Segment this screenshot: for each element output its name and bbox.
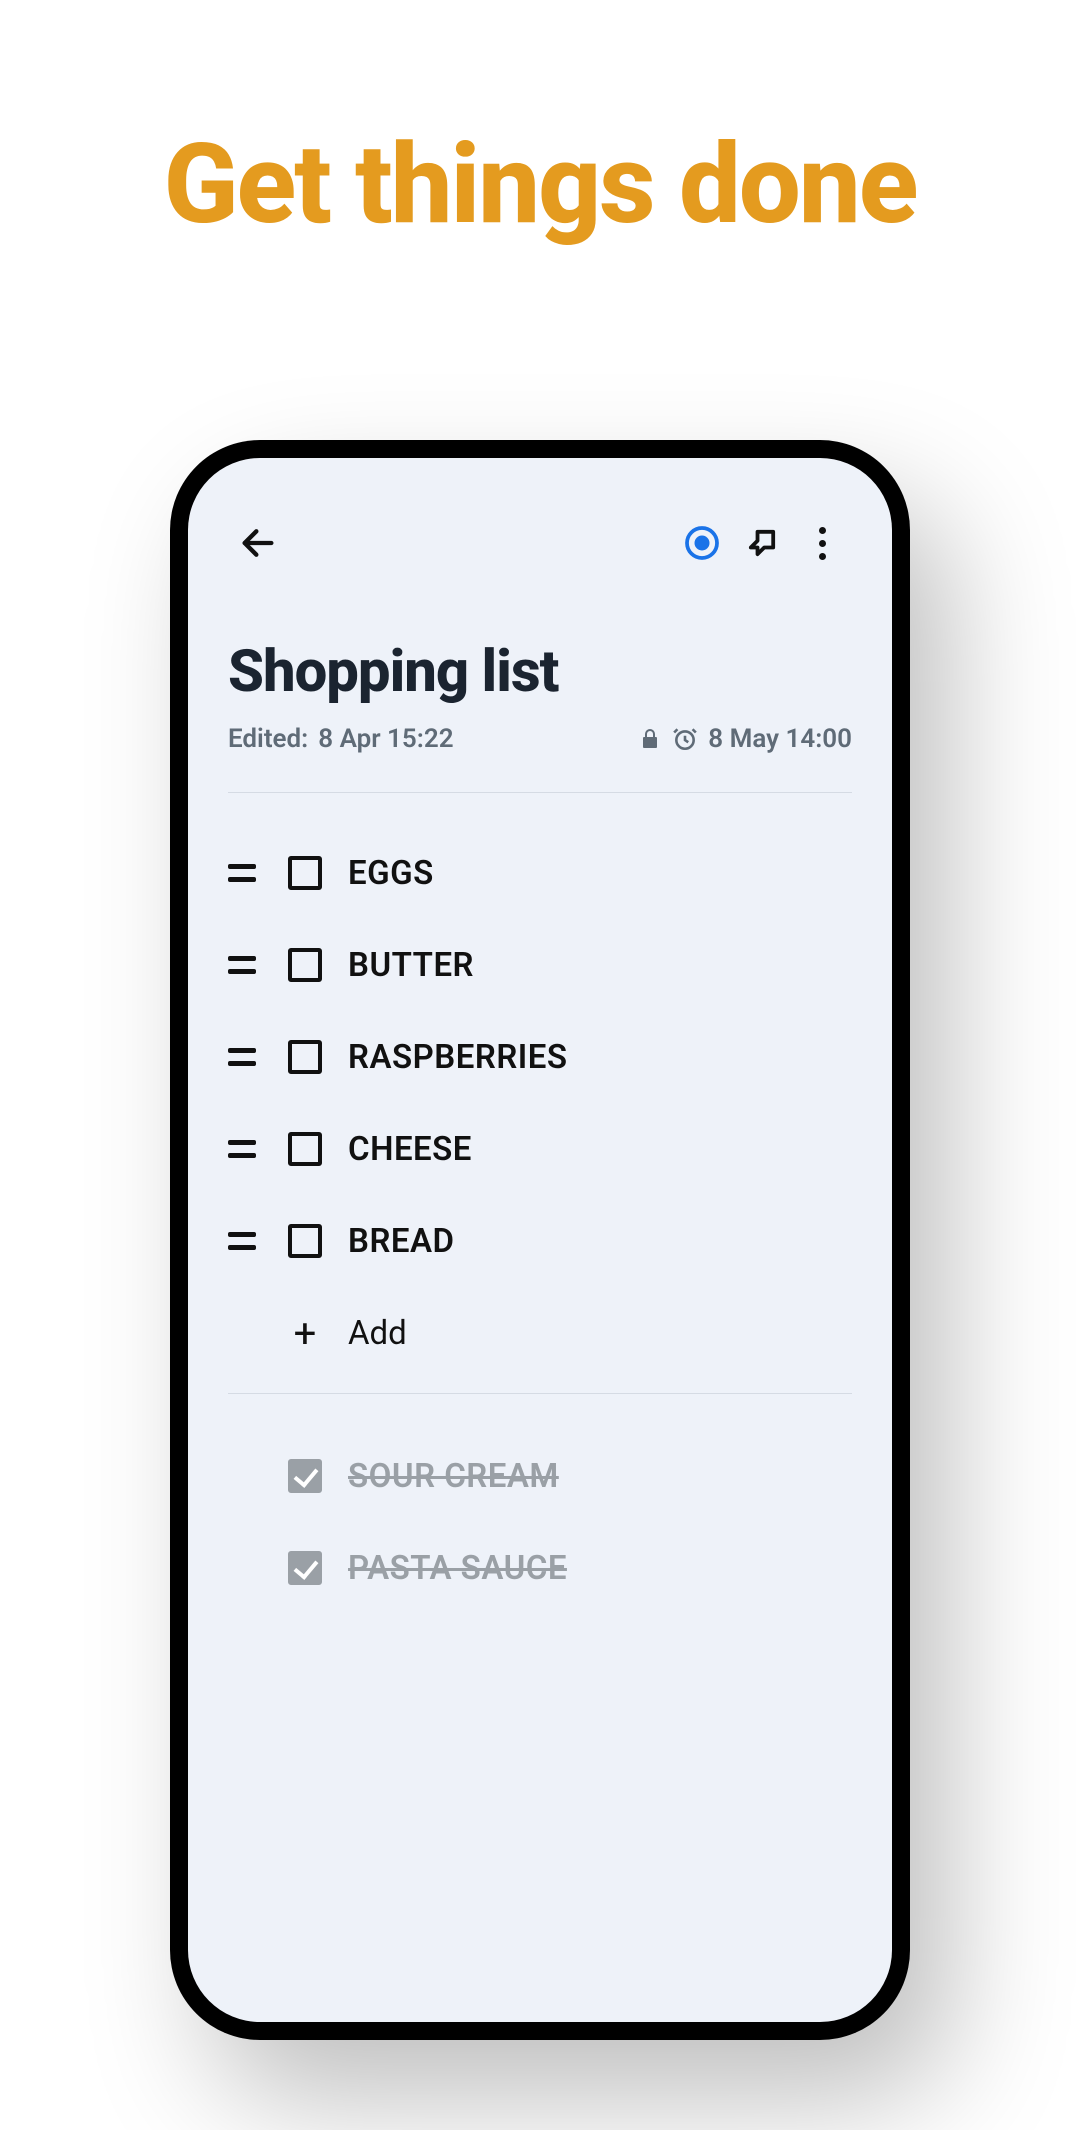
- list-item[interactable]: RASPBERRIES: [228, 1011, 852, 1103]
- list-item[interactable]: BUTTER: [228, 919, 852, 1011]
- top-bar: [228, 508, 852, 578]
- list-item-label[interactable]: BUTTER: [348, 946, 474, 985]
- hero-headline: Get things done: [0, 120, 1080, 249]
- completed-list: SOUR CREAM PASTA SAUCE: [228, 1430, 852, 1614]
- note-title[interactable]: Shopping list: [228, 638, 852, 706]
- back-button[interactable]: [228, 513, 288, 573]
- lock-icon: [638, 727, 662, 751]
- drag-handle-icon[interactable]: [228, 1224, 262, 1258]
- drag-handle-icon[interactable]: [228, 856, 262, 890]
- list-item[interactable]: PASTA SAUCE: [228, 1522, 852, 1614]
- checkbox-checked[interactable]: [288, 1551, 322, 1585]
- list-item-label[interactable]: BREAD: [348, 1222, 455, 1261]
- add-label: Add: [348, 1314, 407, 1353]
- divider: [228, 792, 852, 793]
- drag-handle-icon[interactable]: [228, 1040, 262, 1074]
- pin-button[interactable]: [732, 513, 792, 573]
- divider: [228, 1393, 852, 1394]
- checkbox-checked[interactable]: [288, 1459, 322, 1493]
- pin-icon: [743, 524, 781, 562]
- checkbox[interactable]: [288, 1224, 322, 1258]
- drag-handle-icon[interactable]: [228, 948, 262, 982]
- list-item-label[interactable]: PASTA SAUCE: [348, 1549, 567, 1588]
- more-vertical-icon: [819, 527, 826, 560]
- list-item[interactable]: SOUR CREAM: [228, 1430, 852, 1522]
- add-item-button[interactable]: + Add: [228, 1287, 852, 1379]
- record-button[interactable]: [672, 513, 732, 573]
- list-item-label[interactable]: RASPBERRIES: [348, 1038, 568, 1077]
- phone-frame: Shopping list Edited: 8 Apr 15:22 8 May …: [170, 440, 910, 2040]
- app-screen: Shopping list Edited: 8 Apr 15:22 8 May …: [188, 458, 892, 2022]
- meta-row: Edited: 8 Apr 15:22 8 May 14:00: [228, 724, 852, 754]
- list-item-label[interactable]: CHEESE: [348, 1130, 472, 1169]
- arrow-left-icon: [238, 523, 278, 563]
- record-icon: [684, 525, 720, 561]
- checkbox[interactable]: [288, 856, 322, 890]
- checkbox[interactable]: [288, 948, 322, 982]
- list-item[interactable]: EGGS: [228, 827, 852, 919]
- todo-list: EGGS BUTTER RASPBERRIES CHEESE BREAD: [228, 827, 852, 1379]
- list-item-label[interactable]: EGGS: [348, 854, 434, 893]
- checkbox[interactable]: [288, 1132, 322, 1166]
- drag-handle-icon[interactable]: [228, 1132, 262, 1166]
- list-item-label[interactable]: SOUR CREAM: [348, 1457, 559, 1496]
- edited-timestamp: 8 Apr 15:22: [318, 724, 453, 754]
- reminder-timestamp[interactable]: 8 May 14:00: [708, 724, 852, 754]
- checkbox[interactable]: [288, 1040, 322, 1074]
- plus-icon: +: [288, 1310, 322, 1357]
- more-button[interactable]: [792, 513, 852, 573]
- edited-prefix: Edited:: [228, 724, 308, 754]
- list-item[interactable]: BREAD: [228, 1195, 852, 1287]
- list-item[interactable]: CHEESE: [228, 1103, 852, 1195]
- alarm-icon: [672, 726, 698, 752]
